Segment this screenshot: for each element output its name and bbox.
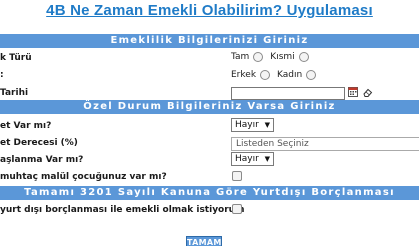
- dogum-tarihi-input[interactable]: [231, 87, 345, 100]
- engel-derecesi-label: et Derecesi (%): [0, 138, 78, 148]
- dropdown-arrow-icon: ▼: [264, 121, 270, 129]
- muhtac-label: muhtaç malül çocuğunuz var mı?: [0, 172, 167, 182]
- calculator-page: 4B Ne Zaman Emekli Olabilirim? Uygulamas…: [0, 0, 419, 246]
- radio-label-kadin: Kadın: [277, 70, 303, 80]
- page-title[interactable]: 4B Ne Zaman Emekli Olabilirim? Uygulamas…: [0, 2, 419, 19]
- radio-tam[interactable]: [253, 52, 264, 62]
- engel-select-value: Hayır: [235, 120, 259, 130]
- radio-kadin[interactable]: [306, 70, 317, 80]
- cinsiyet-label: :: [0, 70, 4, 80]
- section-header-emeklilik: Emeklilik Bilgilerinizi Giriniz: [0, 34, 419, 48]
- radio-label-erkek: Erkek: [231, 70, 257, 80]
- yurtdisi-checkbox[interactable]: [232, 204, 242, 214]
- radio-label-tam: Tam: [231, 52, 250, 62]
- section-header-ozel-durum: Özel Durum Bilgileriniz Varsa Giriniz: [0, 100, 419, 114]
- cinsiyet-radio-group: Erkek Kadın: [231, 70, 323, 80]
- dropdown-arrow-icon: ▼: [264, 155, 270, 163]
- engel-derecesi-input[interactable]: Listeden Seçiniz: [231, 137, 419, 151]
- tamam-button[interactable]: TAMAM: [186, 236, 222, 246]
- engel-label: et Var mı?: [0, 121, 52, 131]
- baslanma-select[interactable]: Hayır ▼: [231, 152, 274, 166]
- calisma-turu-radio-group: Tam Kısmi: [231, 52, 316, 62]
- dogum-tarihi-label: Tarihi: [0, 88, 29, 98]
- section-header-yurtdisi: Tamamı 3201 Sayılı Kanuna Göre Yurtdışı …: [0, 186, 419, 200]
- radio-erkek[interactable]: [260, 70, 271, 80]
- baslanma-select-value: Hayır: [235, 154, 259, 164]
- eraser-icon[interactable]: [363, 88, 373, 97]
- calendar-icon[interactable]: [348, 86, 358, 97]
- yurtdisi-label: yurt dışı borçlanması ile emekli olmak i…: [0, 205, 245, 215]
- baslanma-label: aşlanma Var mı?: [0, 155, 84, 165]
- radio-label-kismi: Kısmi: [270, 52, 295, 62]
- radio-kismi[interactable]: [298, 52, 309, 62]
- muhtac-checkbox[interactable]: [232, 171, 242, 181]
- engel-select[interactable]: Hayır ▼: [231, 118, 274, 132]
- calisma-turu-label: k Türü: [0, 53, 32, 63]
